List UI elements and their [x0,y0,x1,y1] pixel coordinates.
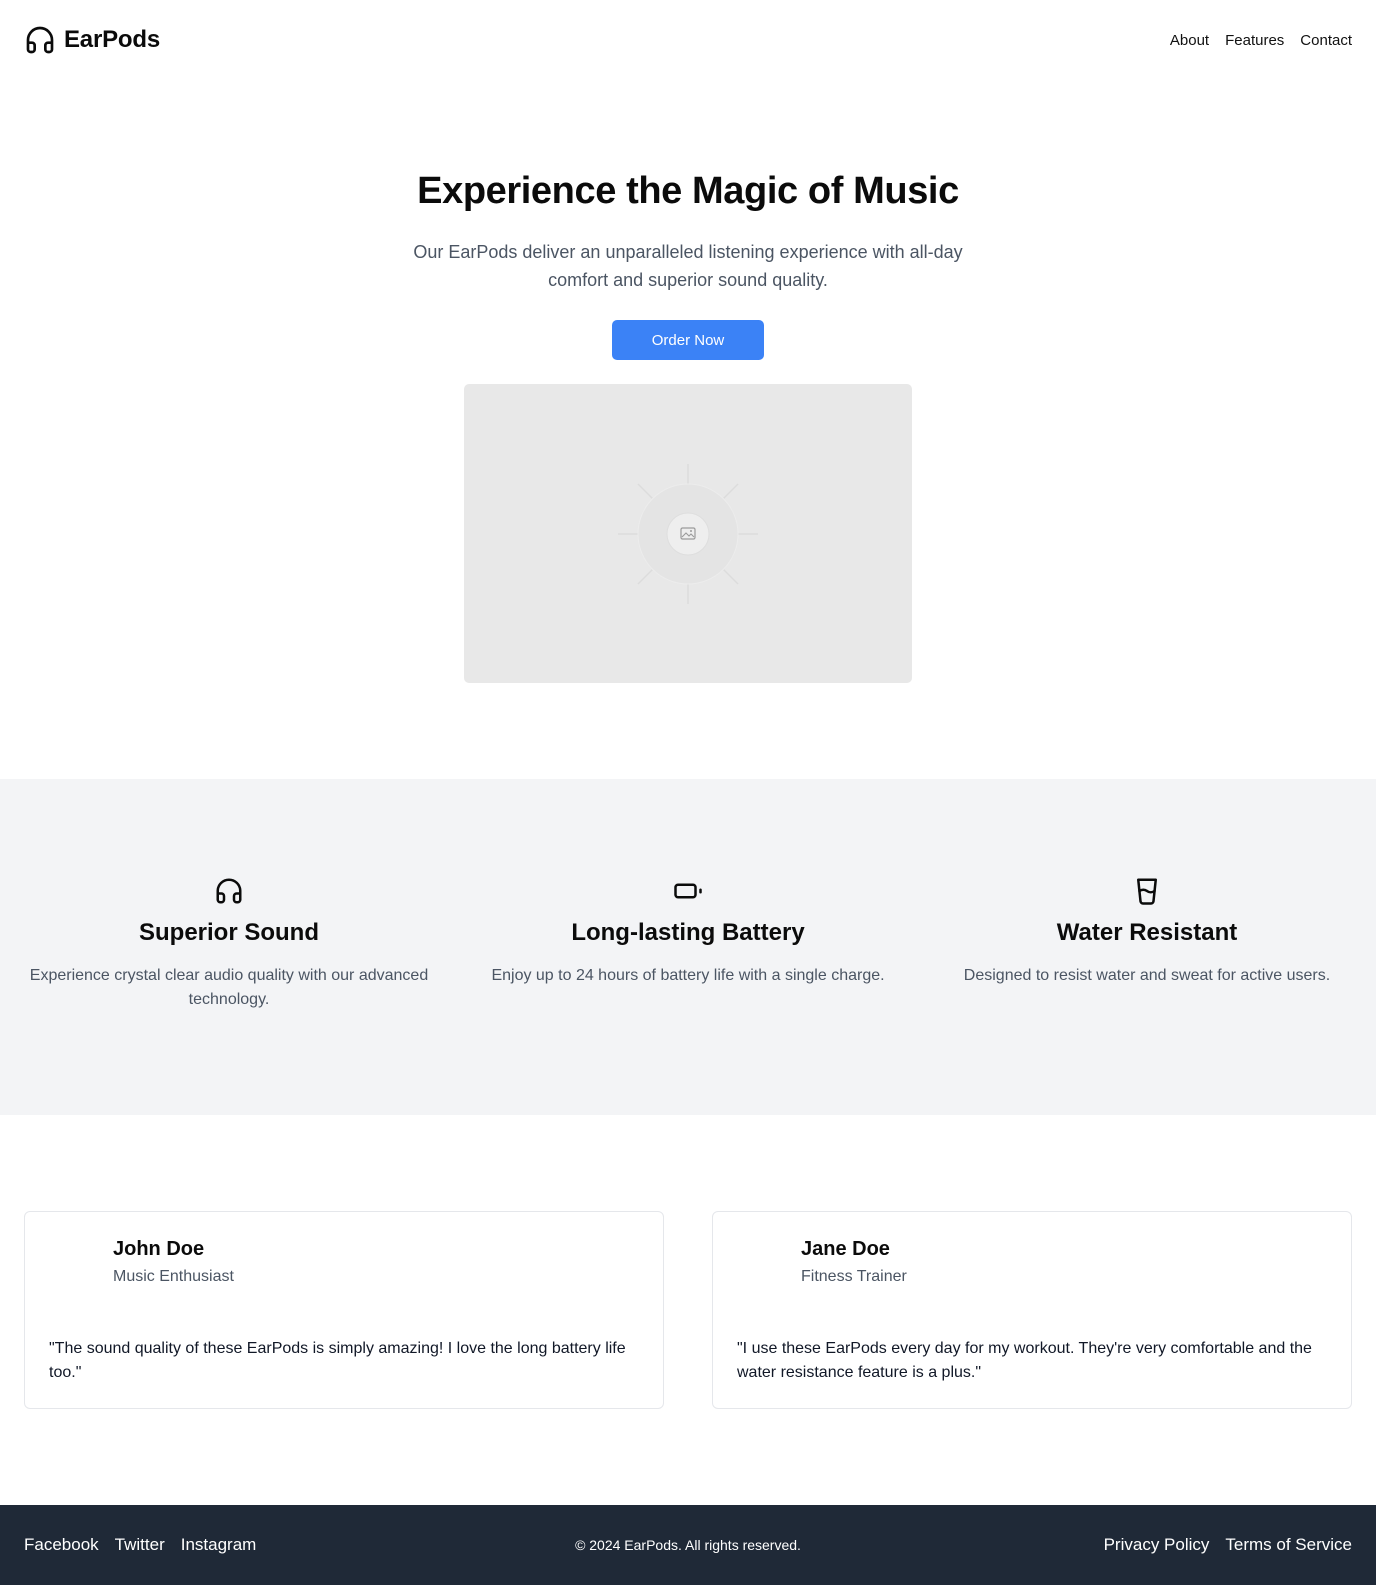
nav-contact-link[interactable]: Contact [1300,32,1352,49]
feature-title: Long-lasting Battery [571,919,805,946]
testimonial-quote: "I use these EarPods every day for my wo… [737,1340,1312,1381]
instagram-link[interactable]: Instagram [181,1535,257,1555]
terms-of-service-link[interactable]: Terms of Service [1225,1535,1352,1555]
hero-subtitle: Our EarPods deliver an unparalleled list… [413,242,963,290]
image-placeholder-icon [618,464,758,604]
testimonial-card: John Doe Music Enthusiast "The sound qua… [24,1211,664,1409]
features-section: Superior Sound Experience crystal clear … [0,779,1376,1115]
order-now-button[interactable]: Order Now [612,320,764,360]
privacy-policy-link[interactable]: Privacy Policy [1104,1535,1210,1555]
feature-description: Designed to resist water and sweat for a… [963,967,1331,984]
feature-water-resistant: Water Resistant Designed to resist water… [947,876,1347,988]
testimonial-card: Jane Doe Fitness Trainer "I use these Ea… [712,1211,1352,1409]
feature-description: Experience crystal clear audio quality w… [29,967,429,1008]
testimonial-role: Music Enthusiast [113,1268,234,1285]
feature-superior-sound: Superior Sound Experience crystal clear … [29,876,429,1012]
brand[interactable]: EarPods [24,24,160,56]
facebook-link[interactable]: Facebook [24,1535,99,1555]
site-header: EarPods About Features Contact [0,0,1376,80]
feature-title: Superior Sound [139,919,319,946]
twitter-link[interactable]: Twitter [115,1535,165,1555]
nav-features-link[interactable]: Features [1225,32,1284,49]
hero-title: Experience the Magic of Music [417,170,959,212]
hero-image [464,384,912,683]
headphones-icon [216,878,242,904]
testimonial-name: John Doe [113,1238,205,1260]
feature-description: Enjoy up to 24 hours of battery life wit… [491,967,885,984]
feature-title: Water Resistant [1056,919,1238,946]
social-links: Facebook Twitter Instagram [24,1535,256,1555]
brand-name: EarPods [64,26,160,53]
main-nav: About Features Contact [1170,32,1352,49]
battery-icon [674,883,702,899]
testimonial-role: Fitness Trainer [801,1268,907,1285]
glass-water-icon [1137,878,1157,905]
legal-links: Privacy Policy Terms of Service [1104,1535,1352,1555]
site-footer: Facebook Twitter Instagram © 2024 EarPod… [0,1505,1376,1585]
nav-about-link[interactable]: About [1170,32,1209,49]
feature-battery: Long-lasting Battery Enjoy up to 24 hour… [488,876,888,988]
headphones-icon [26,26,54,54]
testimonial-quote: "The sound quality of these EarPods is s… [49,1340,626,1381]
testimonial-name: Jane Doe [801,1238,890,1260]
